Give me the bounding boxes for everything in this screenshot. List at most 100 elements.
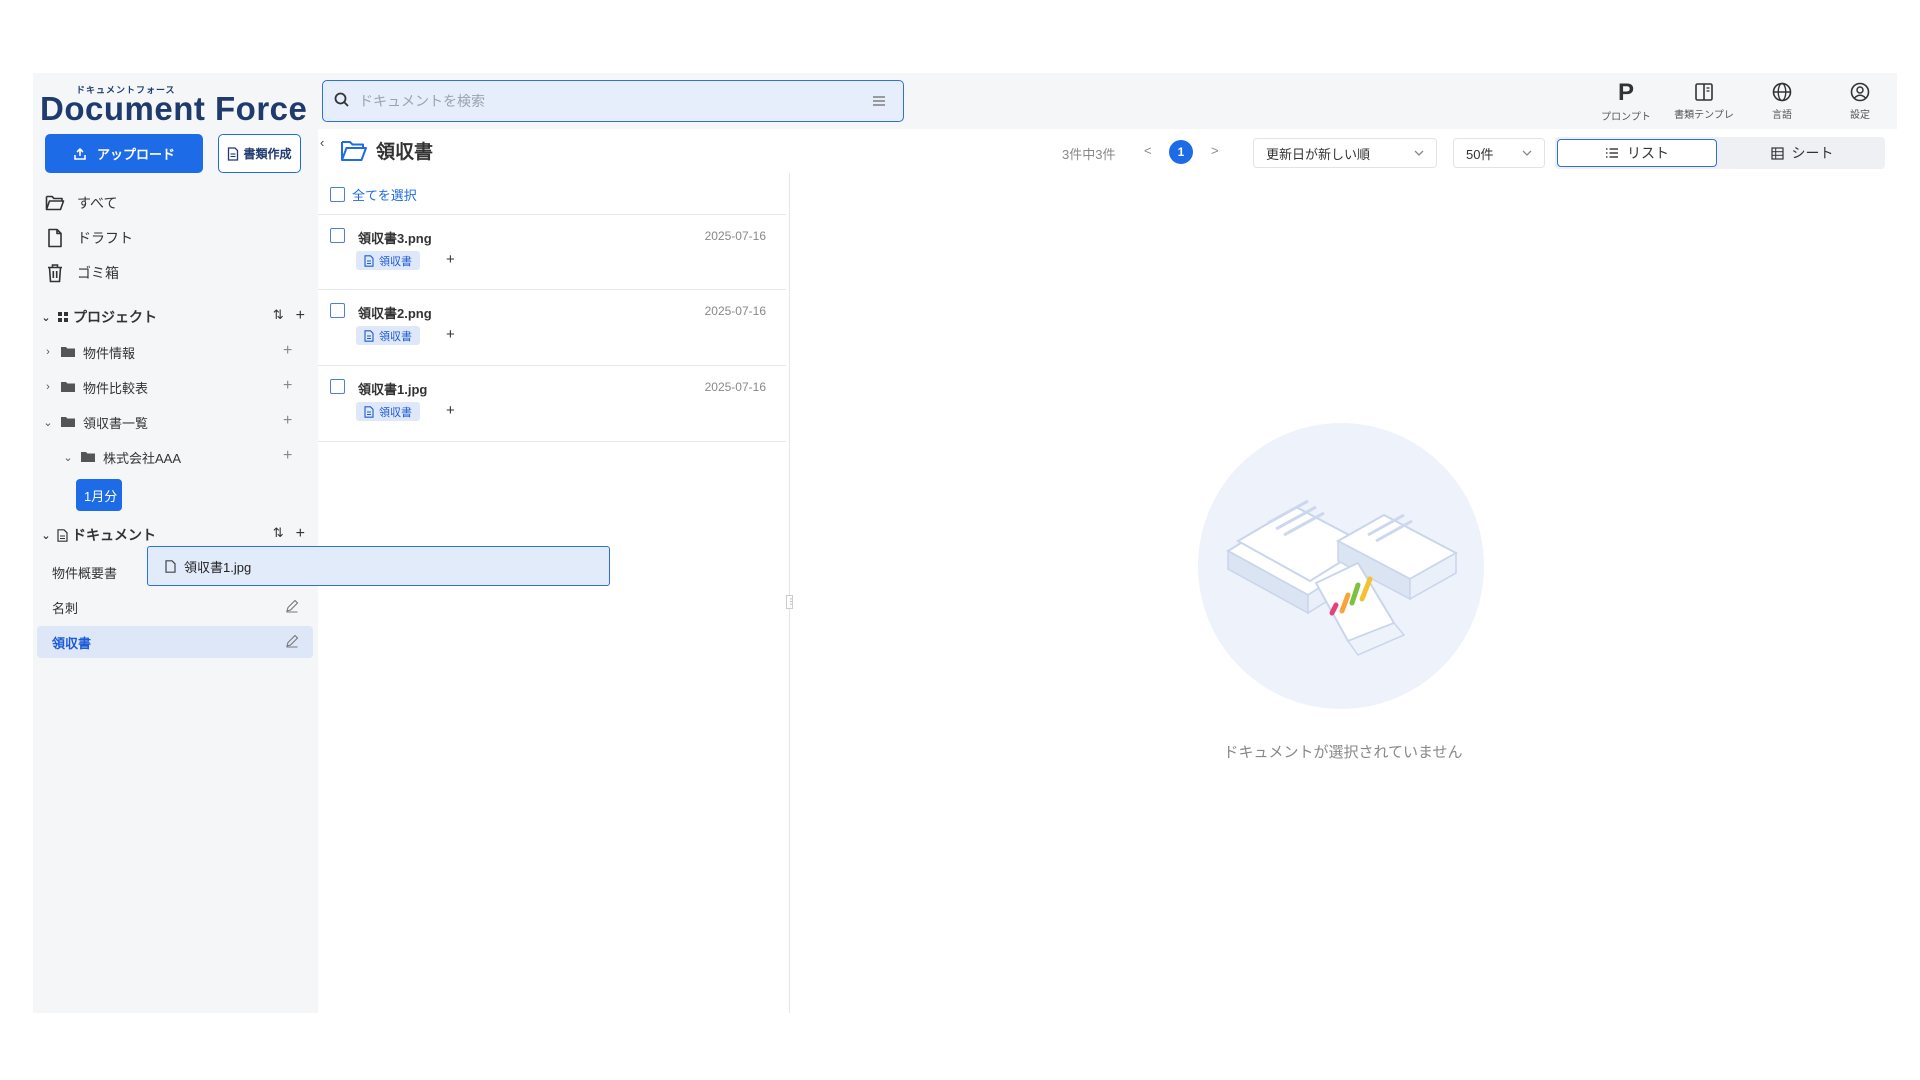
file-row[interactable]: 領収書3.png 2025-07-16 領収書 +	[318, 214, 786, 290]
add-project-icon[interactable]: +	[296, 307, 305, 325]
collapse-sidebar-icon[interactable]: ‹	[320, 135, 324, 150]
add-tag-icon[interactable]: +	[446, 402, 455, 419]
add-tag-icon[interactable]: +	[446, 251, 455, 268]
create-document-button[interactable]: 書類作成	[218, 134, 301, 173]
sort-icon[interactable]: ⇅	[273, 307, 284, 325]
file-row[interactable]: 領収書2.png 2025-07-16 領収書 +	[318, 290, 786, 366]
prev-page-button[interactable]: <	[1144, 143, 1152, 158]
settings-label: 設定	[1850, 110, 1870, 121]
file-date: 2025-07-16	[704, 229, 766, 243]
sheet-view-label: シート	[1791, 145, 1834, 161]
tree-item-bukken-joho[interactable]: › 物件情報	[41, 339, 135, 365]
checkbox[interactable]	[330, 187, 345, 202]
chevron-right-icon[interactable]: ›	[41, 346, 55, 358]
folder-open-icon	[45, 195, 65, 211]
sort-icon[interactable]: ⇅	[273, 525, 284, 543]
edit-pencil-icon[interactable]	[285, 634, 299, 648]
list-title-text: 領収書	[376, 142, 434, 163]
documents-section-header[interactable]: ⌄ ドキュメント ⇅ +	[39, 522, 305, 548]
drag-ghost-file[interactable]: 領収書1.jpg	[147, 546, 610, 586]
nav-item-draft[interactable]: ドラフト	[45, 224, 133, 252]
doc-type-tag[interactable]: 領収書	[356, 326, 420, 345]
tree-item-kabushiki-aaa[interactable]: ⌄ 株式会社AAA	[61, 444, 181, 470]
list-view-button[interactable]: リスト	[1557, 139, 1717, 167]
nav-item-all[interactable]: すべて	[45, 189, 117, 217]
chevron-down-icon[interactable]: ⌄	[41, 416, 55, 429]
checkbox[interactable]	[330, 303, 345, 318]
checkbox[interactable]	[330, 228, 345, 243]
upload-button[interactable]: アップロード	[45, 134, 203, 173]
nav-item-label: すべて	[77, 195, 118, 211]
sheet-view-button[interactable]: シート	[1721, 139, 1883, 167]
file-icon	[165, 559, 176, 573]
template-button[interactable]: 書類テンプレ	[1674, 81, 1734, 125]
add-document-icon[interactable]: +	[296, 525, 305, 543]
doc-type-tag[interactable]: 領収書	[356, 251, 420, 270]
per-page-value: 50件	[1466, 146, 1494, 162]
folder-icon	[61, 347, 75, 357]
add-icon[interactable]: +	[283, 447, 292, 465]
doc-type-label: 名刺	[52, 600, 79, 616]
nav-item-trash[interactable]: ゴミ箱	[45, 259, 119, 287]
add-icon[interactable]: +	[283, 342, 292, 360]
file-row[interactable]: 領収書1.jpg 2025-07-16 領収書 +	[318, 366, 786, 442]
resize-handle[interactable]: ⋮	[786, 595, 795, 609]
chevron-down-icon[interactable]: ⌄	[39, 529, 53, 542]
upload-label: アップロード	[96, 147, 175, 162]
tree-item-label: 領収書一覧	[83, 415, 149, 431]
search-input[interactable]	[359, 89, 849, 113]
drag-ghost-label: 領収書1.jpg	[184, 559, 252, 575]
list-icon	[1606, 148, 1618, 158]
language-button[interactable]: 言語	[1752, 81, 1812, 125]
documents-title: ドキュメント	[72, 527, 156, 543]
edit-pencil-icon[interactable]	[285, 599, 299, 613]
prompt-button[interactable]: P プロンプト	[1596, 81, 1656, 125]
chevron-down-icon	[1522, 150, 1532, 156]
tree-item-label: 株式会社AAA	[103, 450, 182, 466]
language-label: 言語	[1772, 110, 1792, 121]
create-label: 書類作成	[243, 147, 292, 161]
tree-item-bukken-hikaku[interactable]: › 物件比較表	[41, 374, 148, 400]
sort-dropdown[interactable]: 更新日が新しい順	[1253, 138, 1437, 168]
checkbox[interactable]	[330, 379, 345, 394]
folder-icon	[81, 452, 95, 462]
document-icon	[364, 405, 374, 418]
projects-section-header[interactable]: ⌄ プロジェクト ⇅ +	[39, 304, 305, 330]
settings-button[interactable]: 設定	[1830, 81, 1890, 125]
file-icon	[48, 228, 62, 248]
pane-divider	[789, 173, 790, 1013]
next-page-button[interactable]: >	[1211, 143, 1219, 158]
document-icon	[364, 254, 374, 267]
app-window: ドキュメントフォース Document Force P プロンプト	[33, 73, 1897, 1013]
nav-item-label: ドラフト	[77, 230, 133, 246]
chevron-down-icon[interactable]: ⌄	[61, 451, 75, 464]
top-bar: ドキュメントフォース Document Force P プロンプト	[33, 73, 1897, 129]
tag-label: 領収書	[379, 255, 412, 268]
tree-item-ryoshusho-ichiran[interactable]: ⌄ 領収書一覧	[41, 409, 148, 435]
empty-state-text: ドキュメントが選択されていません	[1223, 744, 1463, 761]
doc-type-ryoshusho[interactable]: 領収書	[37, 626, 313, 658]
search-box[interactable]	[322, 80, 904, 122]
select-all-checkbox[interactable]: 全てを選択	[330, 185, 417, 204]
document-icon	[228, 146, 239, 161]
page-number-button[interactable]: 1	[1169, 140, 1193, 164]
chevron-down-icon	[1414, 150, 1424, 156]
folder-icon	[61, 417, 75, 427]
add-icon[interactable]: +	[283, 412, 292, 430]
filter-menu-icon[interactable]	[871, 93, 887, 109]
doc-type-meishi[interactable]: 名刺	[37, 591, 313, 623]
add-tag-icon[interactable]: +	[446, 326, 455, 343]
sort-value: 更新日が新しい順	[1266, 146, 1371, 162]
folder-icon	[61, 382, 75, 392]
grid-icon	[57, 311, 69, 323]
doc-type-tag[interactable]: 領収書	[356, 402, 420, 421]
chevron-right-icon[interactable]: ›	[41, 381, 55, 393]
add-icon[interactable]: +	[283, 377, 292, 395]
tree-item-january[interactable]: 1月分	[76, 479, 122, 511]
folder-open-icon	[341, 140, 367, 161]
view-toggle: リスト シート	[1555, 137, 1885, 169]
tree-item-label: 物件比較表	[83, 380, 149, 396]
per-page-dropdown[interactable]: 50件	[1453, 138, 1545, 168]
chevron-down-icon[interactable]: ⌄	[39, 311, 53, 324]
file-date: 2025-07-16	[704, 304, 766, 318]
